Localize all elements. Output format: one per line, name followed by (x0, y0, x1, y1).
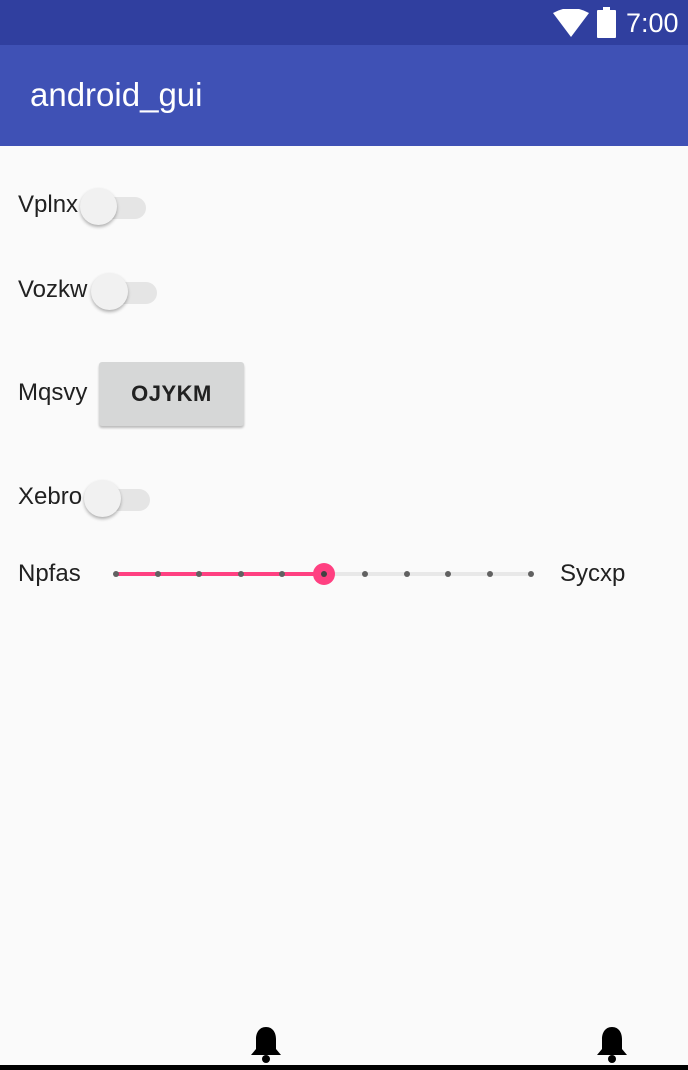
seekbar-tick (113, 571, 119, 577)
status-time: 7:00 (626, 8, 679, 38)
seekbar-thumb[interactable] (312, 563, 335, 585)
app-title: android_gui (30, 76, 203, 113)
bell-icon[interactable] (596, 1025, 628, 1063)
seekbar-tick (196, 571, 202, 577)
seekbar-tick (486, 571, 493, 577)
seekbar-tick (362, 571, 368, 577)
bell-icon[interactable] (250, 1025, 282, 1063)
ojykm-button[interactable]: OJYKM (99, 362, 244, 426)
switch-label-vozkw: Vozkw (18, 276, 88, 303)
status-bar: 7:00 (0, 0, 688, 45)
switch-thumb (91, 273, 128, 310)
switch-xebro[interactable] (84, 478, 152, 518)
bottom-edge (0, 1065, 688, 1070)
switch-vozkw[interactable] (91, 271, 159, 311)
seekbar-tick (237, 571, 244, 577)
switch-vplnx[interactable] (80, 186, 148, 226)
switch-label-xebro: Xebro (18, 483, 83, 510)
seekbar-thumb-dot (320, 571, 327, 577)
seekbar-progress (116, 572, 324, 576)
switch-thumb (84, 480, 121, 517)
seekbar-tick (528, 571, 534, 577)
seekbar-end-label: Sycxp (560, 560, 626, 587)
seekbar-start-label: Npfas (18, 560, 81, 587)
switch-thumb (80, 188, 117, 225)
wifi-icon (553, 9, 589, 37)
app-bar: android_gui (0, 45, 688, 146)
seekbar-tick (403, 571, 410, 577)
seekbar[interactable] (106, 558, 546, 590)
seekbar-tick (279, 571, 285, 577)
seekbar-tick (445, 571, 451, 577)
seekbar-tick (154, 571, 161, 577)
battery-icon (597, 7, 616, 38)
switch-label-vplnx: Vplnx (18, 191, 79, 218)
button-label-mqsvy: Mqsvy (18, 379, 88, 406)
